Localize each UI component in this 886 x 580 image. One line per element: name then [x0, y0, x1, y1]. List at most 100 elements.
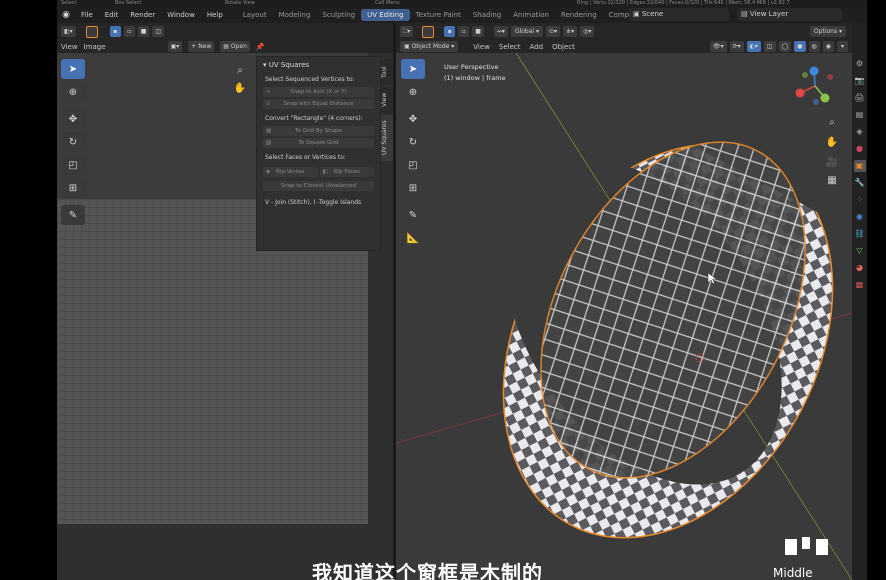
data-props-icon[interactable]: ▽ — [854, 245, 866, 257]
uv-menu-image[interactable]: Image — [84, 43, 106, 51]
select-tool-icon[interactable]: ➤ — [61, 59, 85, 79]
ring-mesh[interactable] — [438, 87, 852, 580]
vp-menu-add[interactable]: Add — [527, 43, 547, 51]
object-props-icon[interactable]: ▣ — [853, 160, 866, 172]
tab-shading[interactable]: Shading — [467, 9, 507, 21]
tab-modeling[interactable]: Modeling — [273, 9, 317, 21]
scene-props-icon[interactable]: ◈ — [854, 126, 866, 138]
render-props-icon[interactable]: 📷 — [854, 75, 866, 87]
panel-title[interactable]: ▾ UV Squares — [263, 61, 374, 69]
particles-props-icon[interactable]: ⁘ — [854, 194, 866, 206]
vp-menu-view[interactable]: View — [470, 43, 493, 51]
annotate-tool-icon[interactable]: ✎ — [61, 205, 85, 225]
texture-props-icon[interactable]: ▩ — [854, 279, 866, 291]
vp-scale-tool-icon[interactable]: ◰ — [401, 155, 425, 175]
rip-vertex-button[interactable]: ◆ Rip Vertex — [263, 167, 318, 177]
editor-type-icon[interactable]: ◧▾ — [61, 26, 76, 37]
rendered-shading-icon[interactable]: ◉ — [822, 41, 834, 52]
gizmo-x-icon[interactable] — [795, 88, 805, 98]
tab-uv-editing[interactable]: UV Editing — [361, 8, 410, 21]
pin-icon[interactable]: 📌 — [256, 43, 265, 51]
snap-equal-distance-button[interactable]: ↕ Snap with Equal Distance — [263, 99, 374, 109]
vp-cursor-tool-icon[interactable]: ⊕ — [401, 82, 425, 102]
transform-tool-icon[interactable]: ⊞ — [61, 178, 85, 198]
shading-options-icon[interactable]: ▾ — [837, 41, 848, 52]
vp-menu-select[interactable]: Select — [496, 43, 524, 51]
open-image-button[interactable]: ▤ Open — [220, 41, 250, 52]
tab-animation[interactable]: Animation — [507, 9, 555, 21]
vp-vertex-mode-icon[interactable]: ▪ — [444, 26, 456, 37]
constraints-props-icon[interactable]: ⛓ — [854, 228, 866, 240]
tab-uv-squares[interactable]: UV Squares — [381, 115, 393, 161]
orientation-dropdown[interactable]: Global ▾ — [510, 26, 543, 37]
output-props-icon[interactable]: 🖨 — [854, 92, 866, 104]
snap-icon[interactable]: ⋔▾ — [563, 26, 578, 37]
tab-rendering[interactable]: Rendering — [555, 9, 603, 21]
modifier-props-icon[interactable]: 🔧 — [854, 177, 866, 189]
new-image-button[interactable]: + New — [188, 41, 215, 52]
mode-dropdown[interactable]: ▣ Object Mode ▾ — [400, 41, 459, 52]
menu-render[interactable]: Render — [124, 11, 161, 19]
view-layer-props-icon[interactable]: ▤ — [854, 109, 866, 121]
tab-layout[interactable]: Layout — [237, 9, 273, 21]
vp-select-tool-icon[interactable]: ➤ — [401, 59, 425, 79]
material-props-icon[interactable]: ◕ — [854, 262, 866, 274]
menu-help[interactable]: Help — [201, 11, 229, 19]
pan-hand-icon[interactable]: ✋ — [232, 81, 248, 97]
scale-tool-icon[interactable]: ◰ — [61, 155, 85, 175]
pivot-point-icon[interactable]: ⊙▾ — [546, 26, 561, 37]
ortho-toggle-icon[interactable]: ▦ — [824, 173, 840, 189]
gizmo-z-icon[interactable] — [809, 66, 819, 76]
material-shading-icon[interactable]: ◍ — [808, 41, 820, 52]
menu-window[interactable]: Window — [161, 11, 201, 19]
solid-shading-icon[interactable]: ● — [794, 41, 806, 52]
image-browse-icon[interactable]: ▣▾ — [167, 41, 183, 52]
tab-texture-paint[interactable]: Texture Paint — [410, 9, 467, 21]
camera-view-icon[interactable]: 🎥 — [824, 155, 840, 171]
vp-transform-tool-icon[interactable]: ⊞ — [401, 178, 425, 198]
vp-menu-object[interactable]: Object — [549, 43, 578, 51]
rotate-tool-icon[interactable]: ↻ — [61, 132, 85, 152]
face-select-icon[interactable]: ■ — [137, 26, 150, 37]
tab-view[interactable]: View — [381, 87, 393, 113]
physics-props-icon[interactable]: ◉ — [854, 211, 866, 223]
edge-select-icon[interactable]: ▫ — [123, 26, 135, 37]
vp-move-tool-icon[interactable]: ✥ — [401, 109, 425, 129]
to-grid-by-shape-button[interactable]: ▦ To Grid By Shape — [263, 126, 374, 136]
navigation-gizmo[interactable] — [792, 63, 838, 109]
tool-props-icon[interactable]: ⚙ — [854, 58, 866, 70]
view-layer-selector[interactable]: ▤ View Layer — [737, 8, 842, 21]
tab-sculpting[interactable]: Sculpting — [316, 9, 361, 21]
viewport-select-box-icon[interactable] — [422, 25, 435, 38]
sync-selection-icon[interactable] — [85, 25, 98, 38]
vertex-select-icon[interactable]: ▪ — [109, 26, 121, 37]
proportional-edit-icon[interactable]: ◎▾ — [580, 26, 595, 37]
3d-viewport[interactable]: ⛶▾ ▪ ▫ ■ ↔▾ Global ▾ ⊙▾ ⋔▾ ◎▾ Options ▾ … — [396, 23, 852, 580]
gizmo-y-icon[interactable] — [820, 93, 830, 103]
vp-pan-hand-icon[interactable]: ✋ — [824, 135, 840, 151]
xray-icon[interactable]: ◫ — [763, 41, 776, 52]
snap-to-axis-button[interactable]: ↔ Snap to Axis (X or Y) — [263, 87, 374, 97]
zoom-icon[interactable]: ⌕ — [232, 63, 248, 79]
blender-logo-icon[interactable]: ◉ — [57, 10, 75, 20]
scene-selector[interactable]: ▣ Scene — [629, 8, 729, 21]
gizmos-icon[interactable]: ⟳▾ — [729, 41, 744, 52]
vp-edge-mode-icon[interactable]: ▫ — [458, 26, 470, 37]
wireframe-shading-icon[interactable]: ◯ — [778, 41, 792, 52]
rip-faces-button[interactable]: ◧ Rip Faces — [319, 167, 374, 177]
options-dropdown[interactable]: Options ▾ — [809, 26, 846, 37]
vp-zoom-icon[interactable]: ⌕ — [824, 115, 840, 131]
island-select-icon[interactable]: ◫ — [152, 26, 165, 37]
overlays-icon[interactable]: ◐▾ — [746, 41, 761, 52]
vp-face-mode-icon[interactable]: ■ — [472, 26, 484, 37]
cursor-tool-icon[interactable]: ⊕ — [61, 82, 85, 102]
menu-edit[interactable]: Edit — [99, 11, 125, 19]
to-square-grid-button[interactable]: ▩ To Square Grid — [263, 138, 374, 148]
tab-tool[interactable]: Tool — [381, 59, 393, 85]
vp-rotate-tool-icon[interactable]: ↻ — [401, 132, 425, 152]
move-tool-icon[interactable]: ✥ — [61, 109, 85, 129]
uv-menu-view[interactable]: View — [61, 43, 78, 51]
snap-closest-button[interactable]: Snap to Closest Unselected — [263, 181, 374, 191]
vp-measure-tool-icon[interactable]: 📐 — [401, 228, 425, 248]
view-object-types-icon[interactable]: 👁▾ — [709, 41, 727, 52]
